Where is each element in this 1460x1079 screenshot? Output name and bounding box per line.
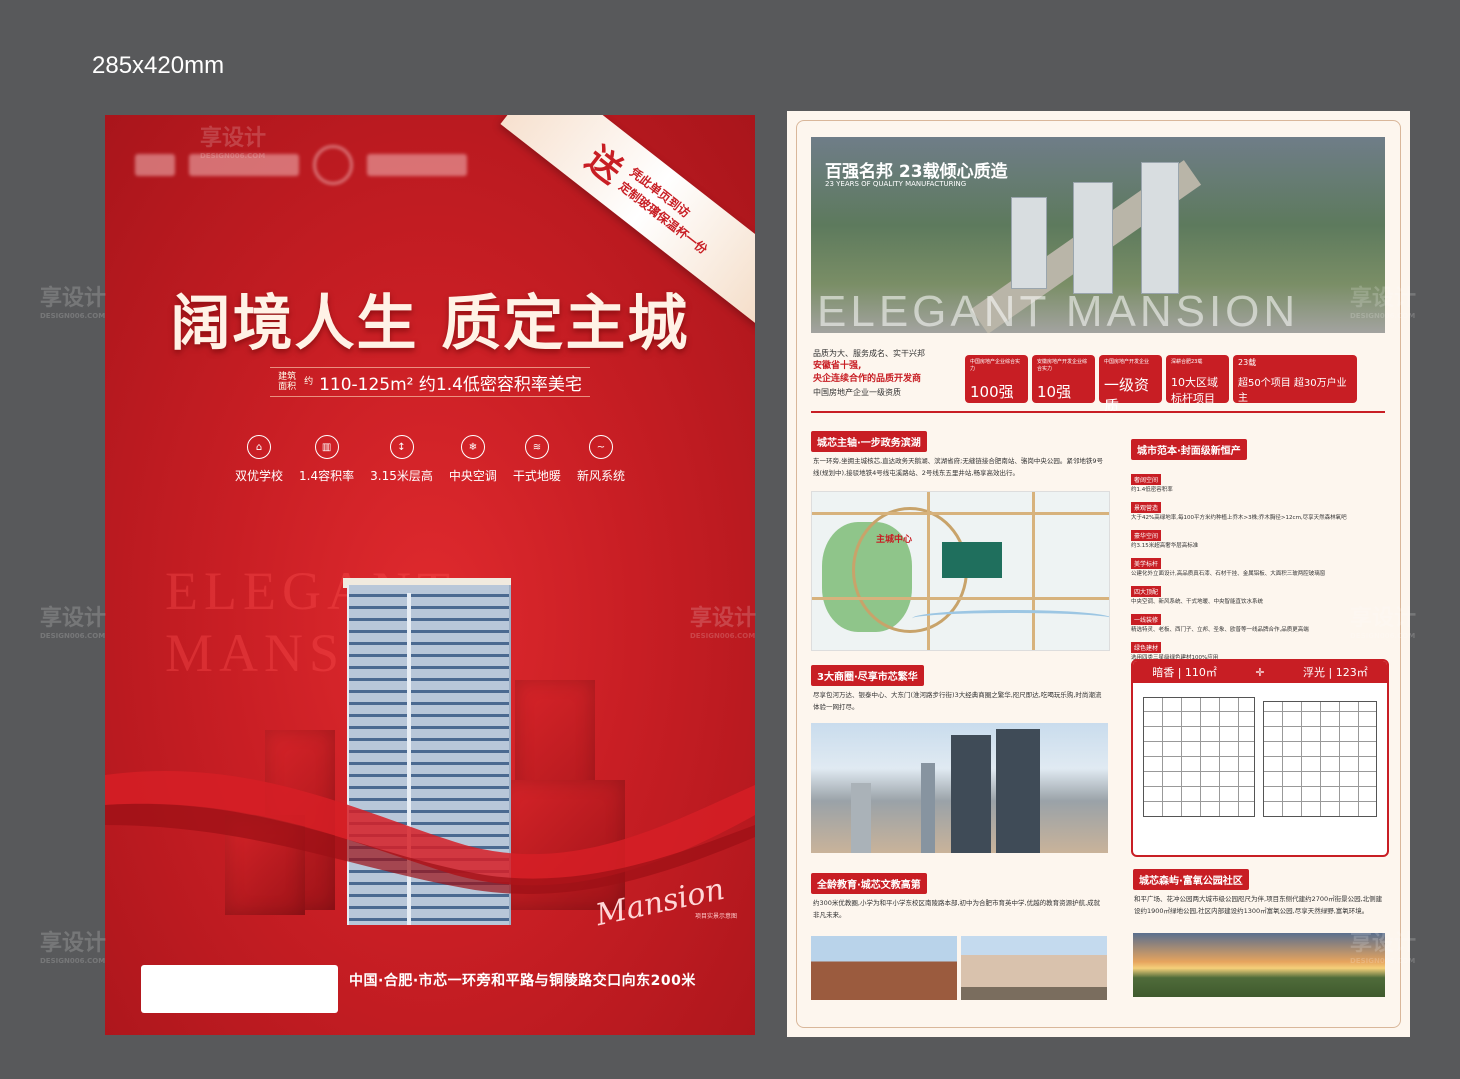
floor-plan-panel: 暗香 | 110㎡ ✛ 浮光 | 123㎡ [1131, 659, 1389, 857]
address-blank-box [141, 965, 338, 1013]
stat-card: 23载 超50个项目 超30万户业主 [1233, 355, 1357, 404]
school-icon: ⌂ [247, 435, 271, 459]
floor-plan-110 [1143, 697, 1255, 817]
project-address: 中国·合肥·市芯一环旁和平路与铜陵路交口向东200米 [349, 973, 696, 989]
watermark: 享设计 DESIGN006.COM [40, 286, 107, 320]
red-ribbon-wave [105, 771, 755, 894]
divider [811, 411, 1385, 413]
ac-icon: ❄ [460, 435, 485, 459]
feature-entry: 美学标杆 公建化外立面设计,高品质真石漆、石材干挂、金属铝板、大面积三玻两腔玻璃窗 [1131, 551, 1385, 579]
fine-print [349, 993, 739, 999]
section-text-education: 约300米优教圈,小学为和平小学东校区南陵路本部,初中为合肥市育英中学,优越的教… [813, 899, 1101, 919]
tower-render [1141, 162, 1179, 294]
stat-card: 中国房地产企业综合实力 100强 [965, 355, 1028, 403]
feature-list: ⌂ 双优学校 ▥ 1.4容积率 ↕ 3.15米层高 ❄ 中央空调 ≋ 干式地暖 ~ 新风系统 [235, 435, 625, 484]
area-subline: 建筑面积 约 110-125m² 约1.4低密容积率美宅 [270, 367, 590, 397]
stat-card: 深耕合肥23载 10大区域标杆项目 [1166, 355, 1229, 405]
feature-entry: 奢阔空间 约1.4低密容积率 [1131, 467, 1385, 495]
back-poster: 百强名邦 23载倾心质造 23 YEARS OF QUALITY MANUFAC… [787, 111, 1410, 1037]
watermark: 享设计 DESIGN006.COM [1350, 931, 1417, 965]
size-label: 285x420mm [92, 52, 225, 79]
feature-item: ~ 新风系统 [577, 435, 625, 484]
section-title-features: 城市范本·封面级新恒产 [1131, 439, 1247, 460]
aerial-hero-image: 百强名邦 23载倾心质造 23 YEARS OF QUALITY MANUFAC… [811, 137, 1385, 333]
area-small-label: 建筑面积 [278, 372, 297, 392]
school-photo-2 [961, 936, 1107, 1000]
headline: 阔境人生 质定主城 [170, 289, 690, 359]
stat-card: 安徽房地产开发企业综合实力 10强 [1032, 355, 1095, 403]
floor-plan-123 [1263, 701, 1377, 817]
school-photo-1 [811, 936, 957, 1000]
tower-render [1011, 197, 1047, 289]
tower-render [1073, 182, 1113, 294]
feature-item: ▥ 1.4容积率 [299, 435, 354, 484]
project-marker [942, 542, 1002, 578]
hero-subtitle: 23 YEARS OF QUALITY MANUFACTURING [825, 180, 967, 188]
section-title-commerce: 3大商圈·尽享市芯繁华 [811, 665, 924, 686]
front-poster: 送 凭此单页到访 定制玻璃保温杯一份 阔境人生 质定主城 建筑面积 约 110-… [105, 115, 755, 1035]
watermark: 享设计 DESIGN006.COM [1350, 286, 1417, 320]
developer-logos [135, 145, 467, 185]
floor-plan-header: 暗香 | 110㎡ ✛ 浮光 | 123㎡ [1133, 661, 1387, 683]
watermark: 享设计 DESIGN006.COM [40, 606, 107, 640]
render-caption: 项目实景示意图 [695, 913, 738, 920]
section-title-education: 全龄教育·城芯文教高第 [811, 873, 927, 894]
feature-entry: 一线装修 精选特灵、老板、西门子、立邦、圣象、欧普等一线品牌合作,品质更高端 [1131, 607, 1385, 635]
park-sunset-photo [1133, 933, 1385, 997]
watermark: 享设计 DESIGN006.COM [1350, 606, 1417, 640]
watermark: 享设计 DESIGN006.COM [690, 606, 757, 640]
area-text: 110-125m² 约1.4低密容积率美宅 [319, 374, 582, 395]
fresh-air-icon: ~ [588, 435, 613, 459]
feature-item: ↕ 3.15米层高 [370, 435, 433, 484]
section-text-location: 东一环旁,坐拥主城核芯,直达政务天鹅湖、滨湖省府;无缝链接合肥南站、骆岗中央公园… [813, 457, 1103, 477]
river [912, 610, 1109, 627]
watermark: 享设计 DESIGN006.COM [40, 931, 107, 965]
feature-tags-list: 奢阔空间 约1.4低密容积率 景观营造 大于42%高绿地率,每100平方米约种植上乔… [1131, 467, 1385, 663]
feature-item: ❄ 中央空调 [449, 435, 497, 484]
section-title-park: 城芯森屿·富氧公园社区 [1133, 869, 1249, 890]
section-text-park: 和平广场、花冲公园两大城市级公园咫尺为伴,项目东侧代建约2700㎡街景公园,北侧… [1134, 895, 1383, 915]
feature-entry: 四大顶配 中央空调、新风系统、干式地暖、中央智能直饮水系统 [1131, 579, 1385, 607]
city-skyline-photo [811, 723, 1108, 853]
compass-icon: ✛ [1255, 665, 1265, 679]
stats-row: 中国房地产企业综合实力 100强 安徽房地产开发企业综合实力 10强 中国房地产开发… [965, 355, 1357, 415]
area-prefix: 约 [304, 377, 314, 387]
feature-entry: 豪华空间 约3.15米超高奢华层高标准 [1131, 523, 1385, 551]
feature-item: ≋ 干式地暖 [513, 435, 561, 484]
watermark: 享设计 DESIGN006.COM [200, 126, 267, 160]
hero-title: 百强名邦 23载倾心质造 [825, 162, 1008, 182]
heating-icon: ≋ [524, 435, 549, 459]
height-icon: ↕ [389, 435, 414, 459]
developer-intro: 品质为大、服务成名、实干兴邦 安徽省十强, 央企连续合作的品质开发商 中国房地产… [813, 349, 925, 397]
location-map: 主城中心 [811, 491, 1110, 651]
building-icon: ▥ [314, 435, 339, 459]
feature-item: ⌂ 双优学校 [235, 435, 283, 484]
project-logo-icon [313, 145, 353, 185]
map-label: 主城中心 [876, 535, 913, 545]
feature-entry: 景观营造 大于42%高绿地率,每100平方米约种植上乔木>3株;乔木胸径>12cm… [1131, 495, 1385, 523]
stat-card: 中国房地产开发企业 一级资质 [1099, 355, 1162, 415]
hero-english-text: ELEGANT MANSION [817, 287, 1300, 333]
section-text-commerce: 尽享包河万达、银泰中心、大东门(淮河路步行街)3大经典商圈之繁华,咫尺即达,吃喝… [813, 691, 1102, 711]
section-title-location: 城芯主轴·一步政务滨湖 [811, 431, 927, 452]
